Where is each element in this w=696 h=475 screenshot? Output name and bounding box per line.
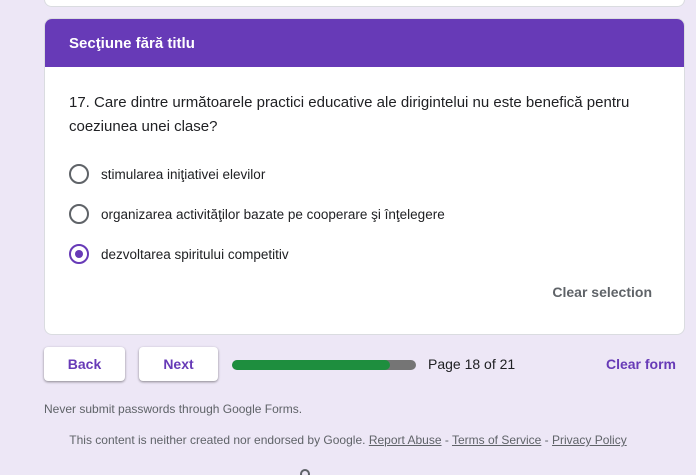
progress-bar	[232, 360, 416, 370]
clear-form-button[interactable]: Clear form	[606, 356, 676, 372]
section-title: Secţiune fără titlu	[45, 19, 684, 67]
report-abuse-link[interactable]: Report Abuse	[369, 433, 442, 447]
footer: This content is neither created nor endo…	[0, 433, 696, 447]
question-text: 17. Care dintre următoarele practici edu…	[69, 94, 630, 135]
separator: -	[441, 433, 452, 447]
terms-of-service-link[interactable]: Terms of Service	[452, 433, 541, 447]
option-label: stimularea iniţiativei elevilor	[101, 166, 266, 182]
option-competitive-spirit[interactable]: dezvoltarea spiritului competitiv	[69, 244, 289, 264]
radio-button-checked-icon[interactable]	[69, 244, 89, 264]
option-label: organizarea activităţilor bazate pe coop…	[101, 206, 445, 222]
google-forms-logo-icon	[300, 465, 360, 475]
previous-section-card	[44, 0, 685, 7]
progress-bar-fill	[232, 360, 390, 370]
disclaimer-text: This content is neither created nor endo…	[69, 433, 366, 447]
option-cooperation[interactable]: organizarea activităţilor bazate pe coop…	[69, 204, 445, 224]
clear-selection-button[interactable]: Clear selection	[552, 284, 652, 300]
next-button[interactable]: Next	[139, 347, 218, 381]
password-notice: Never submit passwords through Google Fo…	[44, 402, 303, 416]
radio-button-icon[interactable]	[69, 164, 89, 184]
section-card: Secţiune fără titlu 17. Care dintre urmă…	[44, 18, 685, 335]
page-indicator: Page 18 of 21	[428, 356, 516, 372]
radio-button-icon[interactable]	[69, 204, 89, 224]
back-button[interactable]: Back	[44, 347, 125, 381]
option-initiative[interactable]: stimularea iniţiativei elevilor	[69, 164, 265, 184]
privacy-policy-link[interactable]: Privacy Policy	[552, 433, 627, 447]
separator: -	[541, 433, 553, 447]
option-label: dezvoltarea spiritului competitiv	[101, 246, 289, 262]
